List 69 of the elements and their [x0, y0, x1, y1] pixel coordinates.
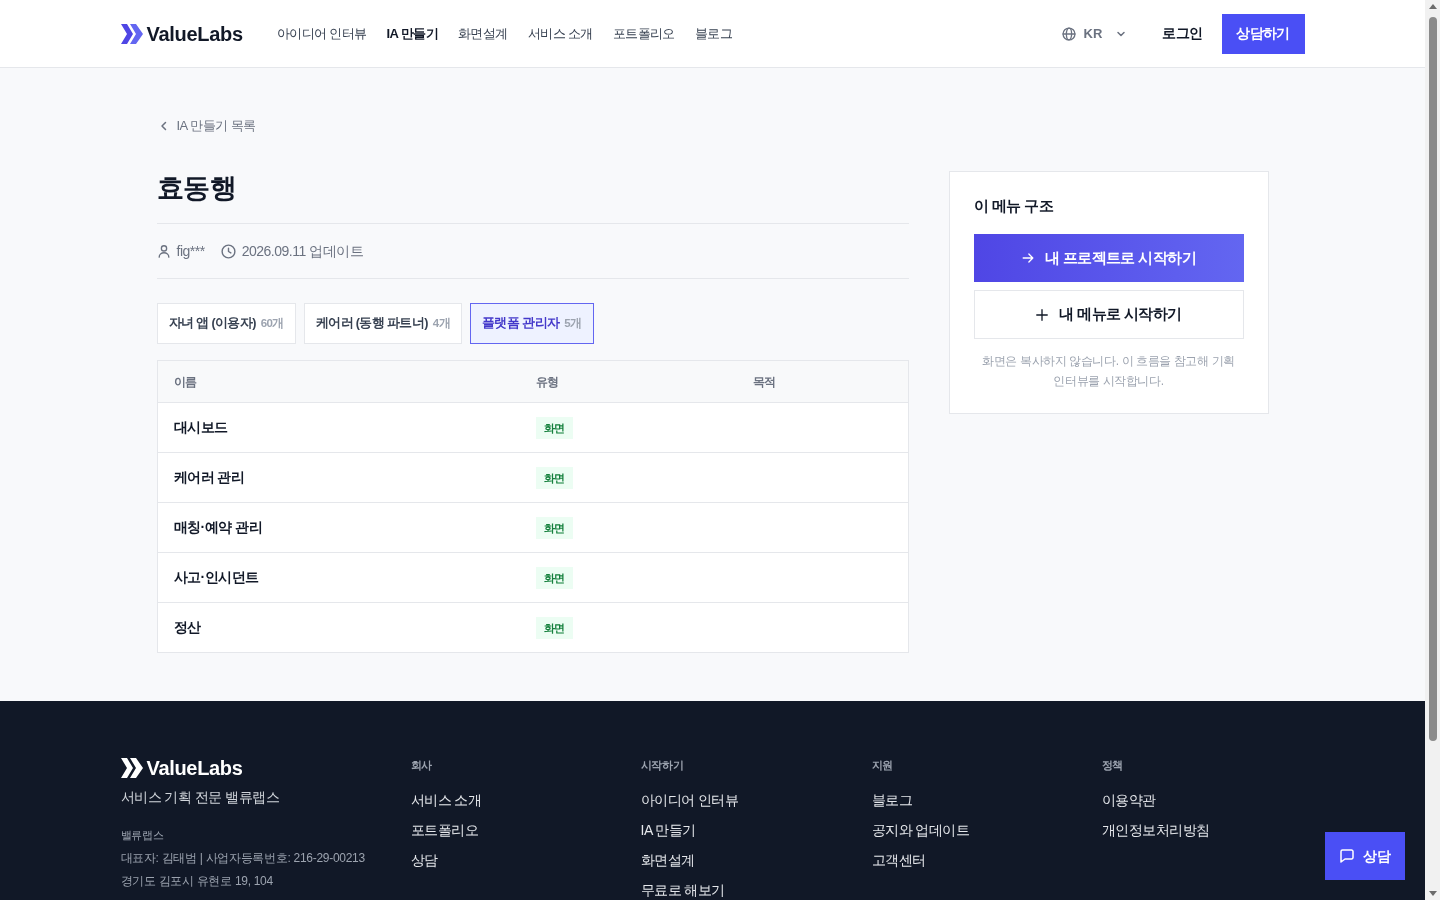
footer-logo-link[interactable]: ValueLabs: [120, 758, 243, 778]
menu-name-cell: 대시보드: [157, 402, 520, 453]
menu-name-cell: 매칭·예약 관리: [157, 502, 520, 553]
footer-link[interactable]: 블로그: [871, 791, 1102, 809]
type-tag: 화면: [535, 566, 573, 589]
footer-link[interactable]: 화면설계: [640, 851, 872, 869]
footer-link[interactable]: 개인정보처리방침: [1101, 821, 1305, 839]
nav-link[interactable]: 포트폴리오: [612, 23, 675, 44]
menu-name-cell: 사고·인시던트: [157, 552, 520, 603]
tab[interactable]: 자녀 앱 (이용자) 60개: [156, 303, 296, 344]
panel-note: 화면은 복사하지 않습니다. 이 흐름을 참고해 기획 인터뷰를 시작합니다.: [981, 353, 1236, 390]
footer-heading: 시작하기: [640, 758, 685, 772]
logo-icon: [120, 758, 143, 778]
nav-link[interactable]: 화면설계: [458, 23, 508, 44]
type-tag: 화면: [535, 516, 573, 539]
scrollbar[interactable]: [1425, 0, 1440, 900]
logo-icon: [120, 23, 143, 44]
chat-button[interactable]: 상담: [1325, 832, 1405, 880]
consult-button[interactable]: 상담하기: [1221, 13, 1305, 54]
footer-tagline: 서비스 기획 전문 밸류랩스: [120, 788, 281, 807]
menu-name-cell: 케어러 관리: [157, 452, 520, 503]
footer-link[interactable]: IA 만들기: [640, 821, 872, 839]
user-icon: [156, 244, 171, 258]
scroll-up-icon[interactable]: [1428, 4, 1437, 9]
clock-icon: [220, 243, 236, 259]
panel-title: 이 메뉴 구조: [973, 196, 1055, 216]
nav-link[interactable]: 아이디어 인터뷰: [276, 23, 367, 44]
scrollbar-thumb[interactable]: [1428, 17, 1437, 741]
chat-bubble-icon: [1339, 848, 1355, 864]
type-tag: 화면: [535, 616, 573, 639]
chevron-left-icon: [159, 121, 168, 131]
back-link[interactable]: IA 만들기 목록: [159, 118, 256, 134]
scroll-down-icon[interactable]: [1428, 891, 1437, 896]
footer-link[interactable]: 공지와 업데이트: [871, 821, 1102, 839]
nav-link[interactable]: IA 만들기: [386, 23, 439, 44]
footer-link[interactable]: 이용약관: [1101, 791, 1305, 809]
updated-date: 2026.09.11 업데이트: [241, 242, 364, 261]
menu-name-cell: 정산: [157, 602, 520, 653]
footer-heading: 정책: [1101, 758, 1124, 772]
footer-link[interactable]: 무료로 해보기: [640, 881, 872, 899]
tab[interactable]: 플랫폼 관리자 5개: [470, 303, 594, 344]
footer-link[interactable]: 포트폴리오: [410, 821, 641, 839]
footer-heading: 회사: [410, 758, 433, 772]
plus-icon: [1035, 307, 1050, 322]
arrow-right-icon: [1020, 251, 1035, 265]
globe-icon: [1061, 26, 1076, 41]
logo-link[interactable]: ValueLabs: [120, 18, 243, 49]
column-header: 이름: [157, 360, 520, 403]
start-with-menu-button[interactable]: 내 메뉴로 시작하기: [973, 290, 1244, 339]
type-tag: 화면: [535, 416, 573, 439]
nav-link[interactable]: 블로그: [694, 23, 732, 44]
nav-link[interactable]: 서비스 소개: [527, 23, 593, 44]
start-with-project-button[interactable]: 내 프로젝트로 시작하기: [973, 234, 1244, 282]
login-link[interactable]: 로그인: [1162, 23, 1203, 44]
footer-link[interactable]: 상담: [410, 851, 641, 869]
tab[interactable]: 케어러 (동행 파트너) 4개: [303, 303, 463, 344]
footer-link[interactable]: 서비스 소개: [410, 791, 641, 809]
footer-link[interactable]: 고객센터: [871, 851, 1102, 869]
page-title: 효동행: [156, 172, 238, 205]
company-info: 경기도 김포시 유현로 19, 104: [120, 873, 274, 890]
footer-heading: 지원: [871, 758, 894, 772]
type-tag: 화면: [535, 466, 573, 489]
author-name: fig***: [176, 242, 205, 261]
column-header: 목적: [736, 360, 908, 403]
column-header: 유형: [519, 360, 737, 403]
footer-link[interactable]: 아이디어 인터뷰: [640, 791, 872, 809]
language-selector[interactable]: KR: [1061, 23, 1127, 44]
company-name: 밸류랩스: [120, 828, 165, 843]
company-info: 대표자: 김태범 | 사업자등록번호: 216-29-00213: [120, 850, 366, 867]
